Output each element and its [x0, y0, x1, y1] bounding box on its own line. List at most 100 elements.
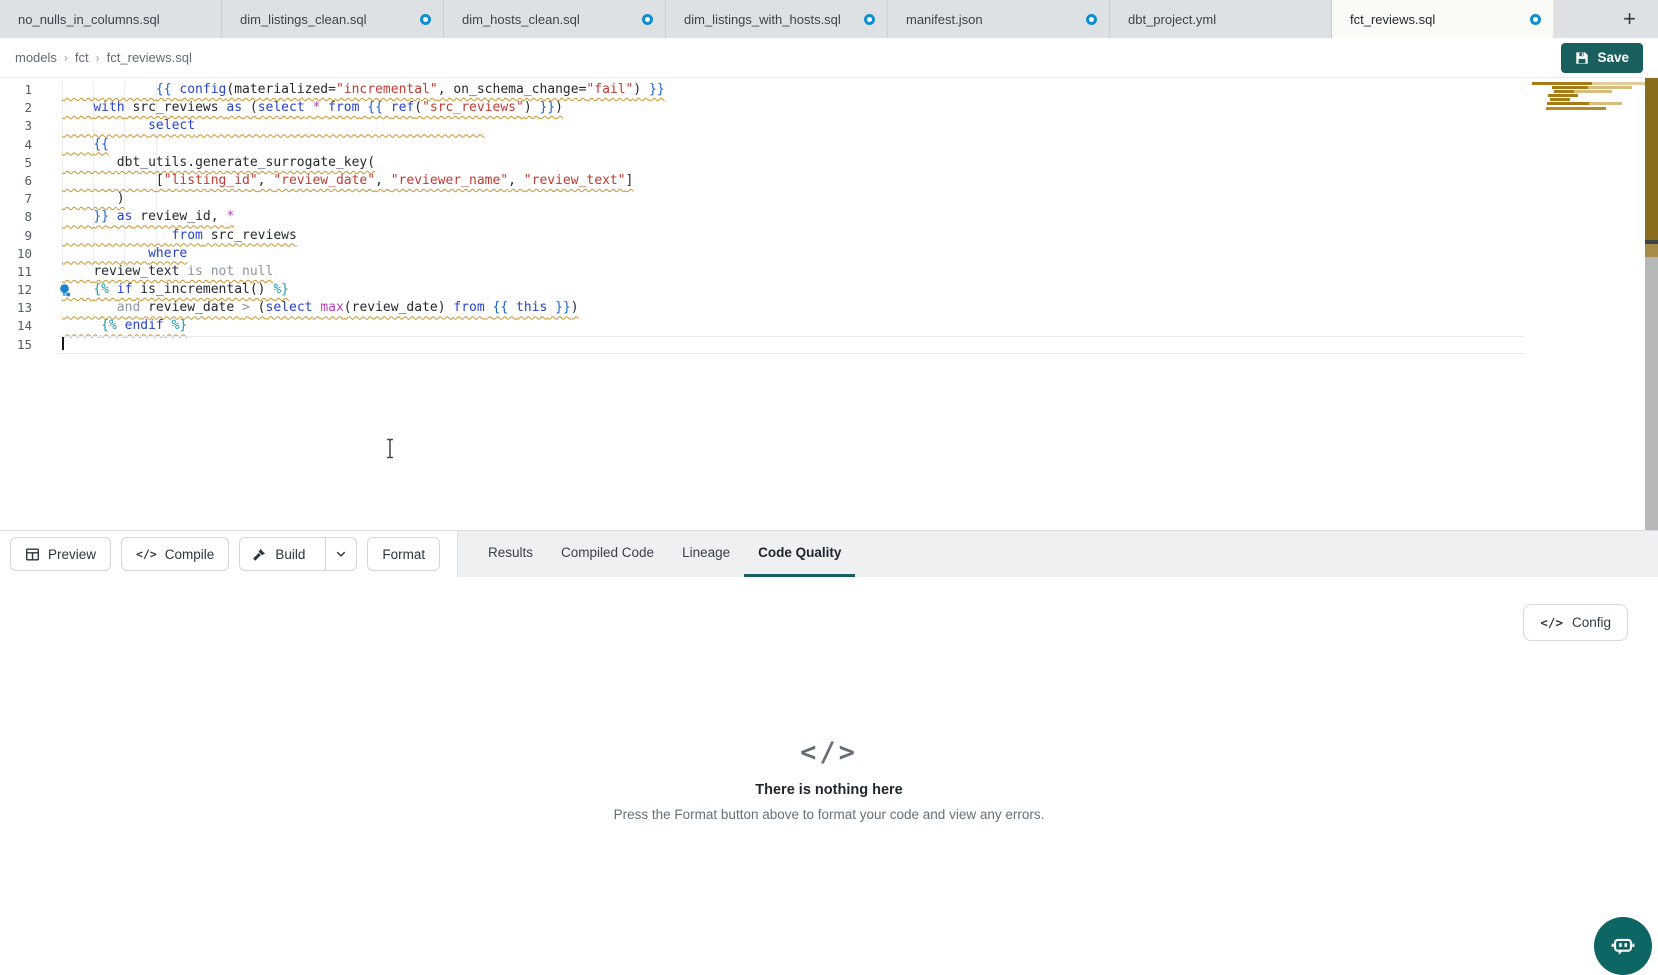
file-tab-dim_listings_clean.sql[interactable]: dim_listings_clean.sql: [222, 0, 444, 38]
file-tab-label: manifest.json: [906, 12, 1078, 27]
file-tab-dim_hosts_clean.sql[interactable]: dim_hosts_clean.sql: [444, 0, 666, 38]
code-line-3[interactable]: 3 select: [0, 117, 1658, 135]
build-button[interactable]: Build: [240, 538, 317, 570]
unsaved-changes-dot-icon: [1086, 14, 1097, 25]
code-text: and review_date > (select max(review_dat…: [36, 299, 579, 317]
save-button[interactable]: Save: [1561, 43, 1643, 73]
build-split-button: Build: [239, 537, 357, 571]
chevron-right-icon: ›: [64, 51, 68, 65]
editor-scrollbar[interactable]: [1645, 78, 1658, 530]
save-icon: [1575, 51, 1589, 65]
chevron-down-icon: [335, 548, 347, 560]
file-tab-label: dim_listings_with_hosts.sql: [684, 12, 856, 27]
chat-assistant-button[interactable]: [1594, 917, 1652, 975]
line-number: 2: [0, 99, 36, 117]
code-line-2[interactable]: 2 with src_reviews as (select * from {{ …: [0, 99, 1658, 117]
line-number: 13: [0, 299, 36, 317]
breadcrumb-item[interactable]: fct: [75, 50, 89, 65]
code-text: {{: [36, 136, 109, 154]
empty-state-title: There is nothing here: [0, 782, 1658, 798]
code-text: review_text is not null: [36, 263, 273, 281]
file-tab-dim_listings_with_hosts.sql[interactable]: dim_listings_with_hosts.sql: [666, 0, 888, 38]
code-line-7[interactable]: 7 ): [0, 190, 1658, 208]
code-line-6[interactable]: 6 ["listing_id", "review_date", "reviewe…: [0, 172, 1658, 190]
breadcrumb: models › fct › fct_reviews.sql: [15, 50, 192, 65]
editor-actions: Preview </> Compile Build: [0, 531, 458, 577]
new-tab-button[interactable]: +: [1617, 8, 1642, 30]
compile-label: Compile: [165, 547, 215, 562]
code-line-4[interactable]: 4 {{: [0, 136, 1658, 154]
line-number: 14: [0, 317, 36, 335]
code-editor[interactable]: 1 {{ config(materialized="incremental", …: [0, 78, 1658, 530]
code-line-11[interactable]: 11 review_text is not null: [0, 263, 1658, 281]
empty-state: </> There is nothing here Press the Form…: [0, 737, 1658, 822]
minimap[interactable]: [1532, 82, 1645, 110]
code-line-15[interactable]: 15: [0, 336, 1658, 354]
line-number: 4: [0, 136, 36, 154]
preview-grid-icon: [25, 547, 40, 562]
editor-header-row: models › fct › fct_reviews.sql Save: [0, 38, 1658, 78]
line-number: 9: [0, 227, 36, 245]
empty-state-subtitle: Press the Format button above to format …: [0, 807, 1658, 822]
file-tab-no_nulls_in_columns.sql[interactable]: no_nulls_in_columns.sql: [0, 0, 222, 38]
panel-tab-compiled-code[interactable]: Compiled Code: [547, 531, 668, 577]
code-text: {% endif %}: [36, 317, 187, 335]
unsaved-changes-dot-icon: [864, 14, 875, 25]
code-text: [36, 336, 64, 354]
file-tab-label: dim_hosts_clean.sql: [462, 12, 634, 27]
code-icon: </>: [136, 547, 157, 561]
preview-button[interactable]: Preview: [10, 537, 111, 571]
code-text: ["listing_id", "review_date", "reviewer_…: [36, 172, 633, 190]
format-button[interactable]: Format: [367, 537, 440, 571]
code-text: from src_reviews: [36, 227, 297, 245]
build-dropdown-button[interactable]: [325, 538, 356, 570]
panel-tab-code-quality[interactable]: Code Quality: [744, 531, 855, 577]
code-line-14[interactable]: 14 {% endif %}: [0, 317, 1658, 335]
file-tab-label: no_nulls_in_columns.sql: [18, 12, 209, 27]
line-number: 3: [0, 117, 36, 135]
breadcrumb-item[interactable]: fct_reviews.sql: [107, 50, 192, 65]
save-label: Save: [1597, 50, 1629, 65]
panel-tab-lineage[interactable]: Lineage: [668, 531, 744, 577]
file-tab-dbt_project.yml[interactable]: dbt_project.yml: [1110, 0, 1332, 38]
file-tab-fct_reviews.sql[interactable]: fct_reviews.sql: [1332, 0, 1554, 38]
line-number: 7: [0, 190, 36, 208]
line-number: 10: [0, 245, 36, 263]
compile-button[interactable]: </> Compile: [121, 537, 229, 571]
file-tab-label: dim_listings_clean.sql: [240, 12, 412, 27]
breadcrumb-item[interactable]: models: [15, 50, 57, 65]
config-label: Config: [1572, 615, 1611, 630]
code-line-5[interactable]: 5 dbt_utils.generate_surrogate_key(: [0, 154, 1658, 172]
panel-tab-results[interactable]: Results: [474, 531, 547, 577]
code-line-9[interactable]: 9 from src_reviews: [0, 227, 1658, 245]
code-text: {{ config(materialized="incremental", on…: [36, 81, 665, 99]
code-text: ): [36, 190, 125, 208]
code-line-13[interactable]: 13 and review_date > (select max(review_…: [0, 299, 1658, 317]
preview-label: Preview: [48, 547, 96, 562]
code-line-10[interactable]: 10 where: [0, 245, 1658, 263]
code-text: with src_reviews as (select * from {{ re…: [36, 99, 563, 117]
code-lines: 1 {{ config(materialized="incremental", …: [0, 81, 1658, 354]
code-quality-panel: </> Config </> There is nothing here Pre…: [0, 577, 1658, 955]
line-number: 12: [0, 281, 36, 299]
file-tab-manifest.json[interactable]: manifest.json: [888, 0, 1110, 38]
config-button[interactable]: </> Config: [1523, 604, 1628, 641]
line-number: 8: [0, 208, 36, 226]
build-label: Build: [275, 547, 305, 562]
scrollbar-warning-marks: [1645, 244, 1658, 257]
line-number: 11: [0, 263, 36, 281]
line-number: 1: [0, 81, 36, 99]
chevron-right-icon: ›: [96, 51, 100, 65]
file-tab-label: fct_reviews.sql: [1350, 12, 1522, 27]
code-text: select: [36, 117, 485, 135]
code-text: }} as review_id, *: [36, 208, 234, 226]
panel-tab-strip: ResultsCompiled CodeLineageCode Quality: [458, 531, 1658, 577]
code-line-12[interactable]: 12 {% if is_incremental() %}: [0, 281, 1658, 299]
robot-chat-icon: [1608, 931, 1638, 961]
code-line-1[interactable]: 1 {{ config(materialized="incremental", …: [0, 81, 1658, 99]
file-tab-bar: no_nulls_in_columns.sql dim_listings_clea…: [0, 0, 1658, 38]
code-line-8[interactable]: 8 }} as review_id, *: [0, 208, 1658, 226]
code-text: where: [36, 245, 187, 263]
code-icon: </>: [0, 737, 1658, 768]
code-text: {% if is_incremental() %}: [36, 281, 289, 299]
